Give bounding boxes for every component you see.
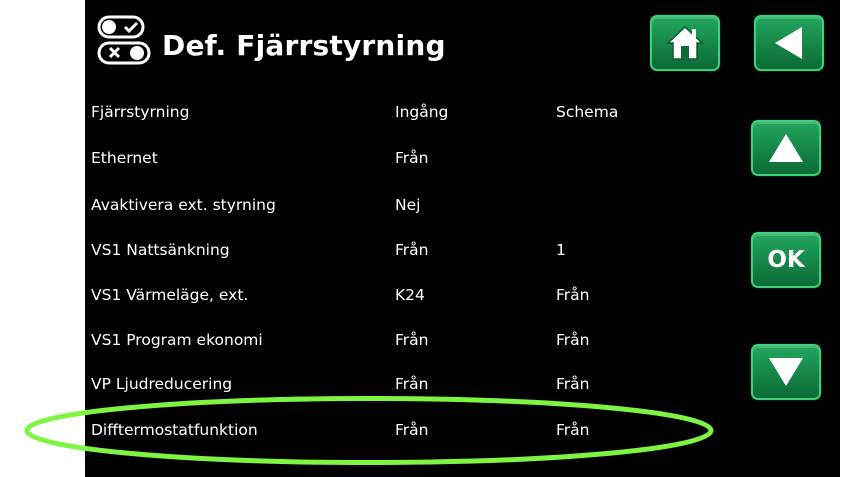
row-input: K24 [395,286,425,304]
row-input: Från [395,241,429,259]
row-name: Ethernet [91,149,158,167]
page-title: Def. Fjärrstyrning [162,29,446,62]
row-schedule: Från [556,421,590,439]
row-name: VP Ljudreducering [91,375,233,393]
home-icon [666,25,704,60]
scroll-down-button[interactable] [751,344,821,400]
row-name: Difftermostatfunktion [91,421,258,439]
row-name: VS1 Värmeläge, ext. [91,286,249,304]
row-schedule: 1 [556,241,566,259]
row-schedule: Från [556,286,590,304]
row-name: VS1 Nattsänkning [91,241,230,259]
column-header-input: Ingång [395,103,449,121]
row-schedule: Från [556,331,590,349]
ok-button[interactable]: OK [751,232,821,288]
back-button[interactable] [754,15,824,71]
arrow-up-icon [769,134,803,162]
row-input: Från [395,149,429,167]
column-header-name: Fjärrstyrning [91,103,190,121]
arrow-down-icon [769,358,803,386]
row-schedule: Från [556,375,590,393]
ok-label: OK [767,247,805,273]
row-input: Nej [395,196,421,214]
column-header-schedule: Schema [556,103,619,121]
row-input: Från [395,331,429,349]
scroll-up-button[interactable] [751,120,821,176]
row-name: Avaktivera ext. styrning [91,196,276,214]
display-screen [85,0,840,477]
remote-toggle-icon [97,15,151,65]
row-input: Från [395,421,429,439]
row-input: Från [395,375,429,393]
home-button[interactable] [650,15,720,71]
row-name: VS1 Program ekonomi [91,331,263,349]
back-arrow-icon [775,27,802,59]
